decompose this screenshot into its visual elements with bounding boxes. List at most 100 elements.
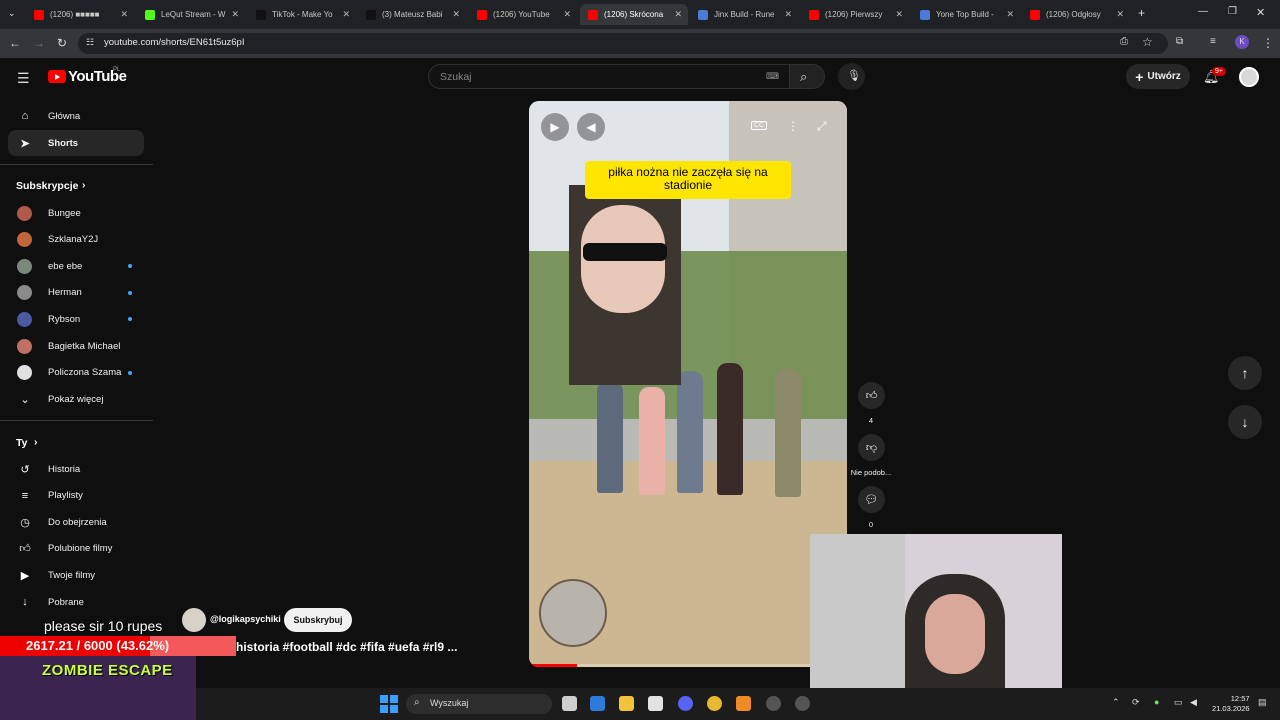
tab-close-icon[interactable]: ✕ (231, 9, 239, 20)
browser-tab[interactable]: (1206) ■■■■■ ✕ (26, 4, 134, 25)
subscriptions-heading[interactable]: Subskrypcje (16, 180, 78, 192)
sidebar-item-twoje-filmy[interactable]: ▶ Twoje filmy (8, 562, 144, 588)
taskbar-clock[interactable]: 12:57 21.03.2026 (1212, 694, 1250, 714)
browser-tab[interactable]: Jinx Build - Rune ✕ (690, 4, 798, 25)
browser-tab[interactable]: (1206) Pierwszy ✕ (801, 4, 909, 25)
search-button[interactable]: ⌕ (789, 64, 825, 89)
sidebar-item-rybson[interactable]: Rybson (8, 306, 144, 332)
tab-close-icon[interactable]: ✕ (1006, 9, 1014, 20)
obs-icon[interactable] (766, 696, 781, 711)
taskbar-search[interactable]: Wyszukaj (406, 694, 552, 714)
reload-icon[interactable]: ↻ (57, 36, 67, 50)
sidebar-item-pobrane[interactable]: ↓ Pobrane (8, 589, 144, 615)
task-view-icon[interactable] (562, 696, 577, 711)
reading-list-icon[interactable]: ≡ (1210, 36, 1216, 47)
you-heading[interactable]: Ty (16, 437, 27, 449)
sidebar-item-bagietka-michael[interactable]: Bagietka Michael (8, 333, 144, 359)
search-input[interactable]: Szukaj (428, 64, 790, 89)
progress-bar[interactable] (529, 664, 847, 667)
previous-short-button[interactable]: ↑ (1228, 356, 1262, 390)
captions-icon[interactable]: CC (751, 121, 768, 130)
network-icon[interactable]: ▭ (1174, 697, 1183, 708)
tab-close-icon[interactable]: ✕ (342, 9, 350, 20)
short-video-player[interactable]: piłka nożna nie zaczęła się na stadionie… (529, 101, 847, 667)
restore-icon[interactable]: ❐ (1228, 6, 1237, 17)
dislike-button[interactable]: 👎︎ (858, 434, 885, 461)
sidebar-item-policzona-szama[interactable]: Policzona Szama (8, 360, 144, 386)
minimize-icon[interactable]: — (1198, 6, 1208, 17)
comments-button[interactable]: 💬︎ (858, 486, 885, 513)
install-icon[interactable]: ⎙ (1120, 36, 1128, 47)
app-icon[interactable] (736, 696, 751, 711)
more-options-icon[interactable]: ⋮ (787, 119, 799, 133)
sidebar-item-do-obejrzenia[interactable]: ◷ Do obejrzenia (8, 509, 144, 535)
browser-tab[interactable]: (3) Mateusz Babi ✕ (358, 4, 466, 25)
file-explorer-icon[interactable] (619, 696, 634, 711)
channel-name[interactable]: @logikapsychiki (210, 614, 281, 624)
browser-tab[interactable]: (1206) Odgłosy ✕ (1022, 4, 1130, 25)
sidebar-item-ebe-ebe[interactable]: ebe ebe (8, 253, 144, 279)
channel-avatar[interactable] (182, 608, 206, 632)
tab-search-icon[interactable]: ⌄ (8, 8, 16, 19)
sidebar-item-playlisty[interactable]: ≡ Playlisty (8, 483, 144, 509)
playlist-icon: ≡ (21, 489, 29, 502)
video-person (717, 363, 743, 495)
mute-button[interactable]: ◀ (577, 113, 605, 141)
create-button[interactable]: + Utwórz (1126, 64, 1190, 89)
browser-menu-icon[interactable]: ⋮ (1262, 36, 1274, 50)
sidebar-item-bungee[interactable]: Bungee (8, 200, 144, 226)
url-text[interactable]: youtube.com/shorts/EN61t5uz6pI (104, 37, 244, 48)
hamburger-menu-icon[interactable]: ☰ (17, 70, 30, 87)
tab-close-icon[interactable]: ✕ (452, 9, 460, 20)
keyboard-icon[interactable]: ⌨ (766, 71, 779, 82)
browser-tab[interactable]: Yone Top Build - ✕ (912, 4, 1020, 25)
account-avatar[interactable] (1239, 67, 1259, 87)
like-button[interactable]: 👍︎ (858, 382, 885, 409)
forward-icon[interactable]: → (33, 36, 45, 50)
clock-time: 12:57 (1230, 694, 1250, 703)
tray-mic-icon[interactable]: ● (1154, 697, 1159, 707)
tab-close-icon[interactable]: ✕ (1116, 9, 1124, 20)
notification-center-icon[interactable]: ▤ (1258, 697, 1267, 708)
sidebar-item-herman[interactable]: Herman (8, 280, 144, 306)
extensions-icon[interactable]: ⧉ (1176, 36, 1183, 47)
browser-tab[interactable]: (1206) YouTube ✕ (469, 4, 577, 25)
store-icon[interactable] (648, 696, 663, 711)
chrome-icon[interactable] (707, 696, 722, 711)
short-title[interactable]: historia #football #dc #fifa #uefa #rl9 … (236, 640, 457, 654)
tab-close-icon[interactable]: ✕ (120, 9, 128, 20)
play-button[interactable]: ▶ (541, 113, 569, 141)
new-tab-icon[interactable]: + (1138, 6, 1145, 20)
windows-start-icon[interactable] (380, 695, 398, 713)
tab-close-icon[interactable]: ✕ (674, 9, 682, 20)
next-short-button[interactable]: ↓ (1228, 405, 1262, 439)
tab-close-icon[interactable]: ✕ (784, 9, 792, 20)
sidebar-item-pokaż-więcej[interactable]: ⌄ Pokaż więcej (8, 386, 144, 412)
browser-tab[interactable]: (1206) Skrócona ✕ (580, 4, 688, 25)
subscribe-button[interactable]: Subskrybuj (284, 608, 352, 632)
download-icon: ↓ (22, 596, 28, 608)
profile-avatar[interactable]: K (1235, 35, 1249, 49)
steam-icon[interactable] (795, 696, 810, 711)
bookmark-icon[interactable]: ☆ (1142, 35, 1153, 49)
browser-tab[interactable]: TikTok - Make Yo ✕ (248, 4, 356, 25)
tray-sync-icon[interactable]: ⟳ (1132, 697, 1140, 708)
youtube-logo-icon[interactable] (48, 70, 66, 83)
sidebar-item-szklanay2j[interactable]: SzklanaY2J (8, 227, 144, 253)
weather-app-icon[interactable] (590, 696, 605, 711)
sidebar-item-główna[interactable]: ⌂ Główna (8, 103, 144, 129)
discord-icon[interactable] (678, 696, 693, 711)
voice-search-button[interactable]: 🎙 (838, 63, 865, 90)
site-info-icon[interactable]: ☷ (86, 37, 94, 48)
fullscreen-icon[interactable]: ⤢ (817, 119, 827, 134)
tray-chevron-icon[interactable]: ⌃ (1112, 697, 1120, 708)
sidebar-item-polubione-filmy[interactable]: 👍︎ Polubione filmy (8, 536, 144, 562)
sidebar-item-historia[interactable]: ↺ Historia (8, 456, 144, 482)
browser-tab[interactable]: LeQut Stream - W ✕ (137, 4, 245, 25)
volume-tray-icon[interactable]: ◀ (1190, 697, 1197, 708)
close-window-icon[interactable]: ✕ (1256, 6, 1265, 19)
tab-close-icon[interactable]: ✕ (895, 9, 903, 20)
sidebar-item-shorts[interactable]: ➤ Shorts (8, 130, 144, 156)
back-icon[interactable]: ← (9, 36, 21, 50)
tab-close-icon[interactable]: ✕ (563, 9, 571, 20)
